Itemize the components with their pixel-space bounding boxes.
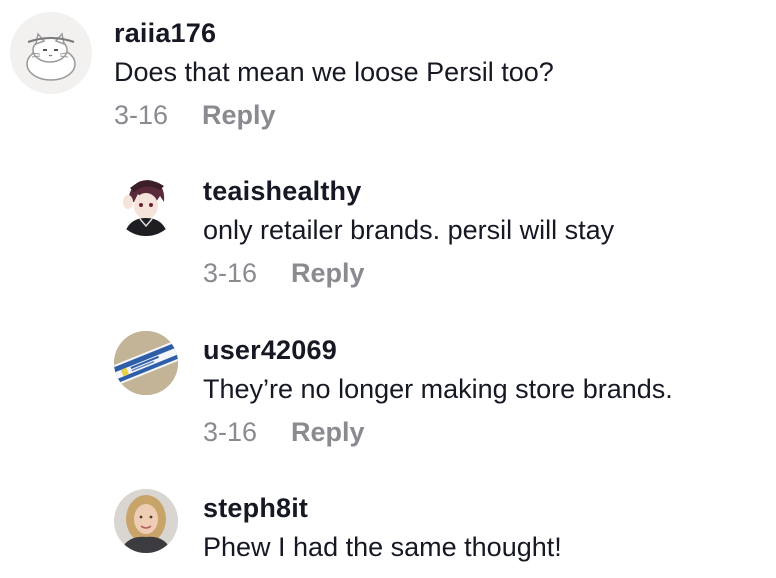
comment-text: They’re no longer making store brands. bbox=[203, 374, 673, 404]
product-package-avatar[interactable] bbox=[114, 331, 178, 395]
comment-date: 3-16 bbox=[203, 258, 258, 288]
anime-character-avatar[interactable] bbox=[114, 172, 178, 236]
reply-button[interactable]: Reply bbox=[291, 417, 365, 448]
comment-username[interactable]: steph8it bbox=[203, 493, 308, 524]
comment-text: Phew I had the same thought! bbox=[203, 532, 562, 562]
reply-button[interactable]: Reply bbox=[291, 258, 365, 289]
woman-photo-avatar[interactable] bbox=[114, 489, 178, 553]
comment-text: Does that mean we loose Persil too? bbox=[114, 57, 554, 87]
comment-username[interactable]: raiia176 bbox=[114, 18, 216, 49]
comment-date: 3-16 bbox=[114, 100, 169, 130]
comment-text: only retailer brands. persil will stay bbox=[203, 215, 615, 245]
reply-button[interactable]: Reply bbox=[202, 100, 276, 131]
comment-meta: 3-16 Reply bbox=[203, 258, 365, 289]
comment-date: 3-16 bbox=[203, 417, 258, 447]
cat-avatar[interactable] bbox=[10, 12, 92, 94]
comment-meta: 3-16 Reply bbox=[203, 417, 365, 448]
comment-username[interactable]: teaishealthy bbox=[203, 176, 361, 207]
comment-username[interactable]: user42069 bbox=[203, 335, 337, 366]
comment-meta: 3-16 Reply bbox=[114, 100, 276, 131]
